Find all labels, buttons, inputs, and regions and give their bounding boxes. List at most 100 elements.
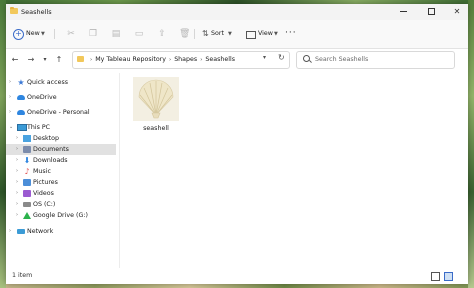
sidebar-item-music[interactable]: › ♪ Music — [6, 166, 116, 177]
sidebar-item-label: This PC — [27, 124, 51, 131]
command-bar: + New ▼ ✂ ❐ ▤ ▭ ⇪ 🗑 ⇅ Sort ▼ View ▼ ··· — [6, 20, 468, 49]
file-item[interactable]: seashell — [126, 75, 186, 141]
share-icon[interactable]: ⇪ — [157, 29, 167, 39]
documents-icon — [23, 146, 31, 153]
breadcrumb-item[interactable]: Seashells — [205, 56, 235, 63]
search-placeholder: Search Seashells — [315, 55, 369, 63]
breadcrumb-item[interactable]: Shapes — [174, 56, 197, 63]
paste-icon[interactable]: ▤ — [111, 29, 121, 39]
download-icon: ⬇ — [23, 156, 31, 165]
close-icon: ✕ — [453, 7, 461, 16]
more-options-button[interactable]: ··· — [285, 25, 299, 41]
sidebar-item-google-drive[interactable]: › Google Drive (G:) — [6, 210, 116, 221]
copy-icon[interactable]: ❐ — [88, 29, 98, 39]
maximize-icon — [427, 8, 435, 15]
google-drive-icon — [23, 212, 31, 219]
refresh-icon[interactable]: ↻ — [278, 53, 285, 62]
sidebar-item-label: OneDrive — [27, 94, 57, 101]
sidebar-item-onedrive-personal[interactable]: › OneDrive - Personal — [6, 107, 116, 118]
navigation-pane: › ★ Quick access › OneDrive › OneDrive -… — [6, 73, 119, 268]
rename-icon[interactable]: ▭ — [134, 29, 144, 39]
network-icon — [17, 229, 25, 234]
sidebar-item-label: OS (C:) — [33, 201, 56, 208]
sidebar-item-os-c[interactable]: › OS (C:) — [6, 199, 116, 210]
cloud-icon — [17, 110, 25, 115]
recent-locations-chevron-icon[interactable]: ▾ — [39, 54, 51, 66]
chevron-right-icon[interactable]: › — [16, 166, 18, 177]
sort-button[interactable]: ⇅ Sort ▼ — [200, 26, 236, 42]
chevron-right-icon[interactable]: › — [16, 177, 18, 188]
details-view-icon[interactable] — [431, 272, 440, 281]
chevron-right-icon[interactable]: › — [9, 107, 11, 118]
file-name: seashell — [143, 125, 169, 132]
view-icon — [246, 31, 256, 39]
minimize-button[interactable] — [392, 4, 414, 20]
sidebar-item-label: Network — [27, 228, 54, 235]
new-label: New — [26, 30, 40, 37]
sidebar-item-label: Documents — [33, 146, 69, 153]
file-list[interactable]: seashell — [122, 73, 462, 268]
chevron-right-icon[interactable]: › — [9, 92, 11, 103]
up-arrow-icon[interactable]: ↑ — [53, 54, 65, 66]
chevron-right-icon[interactable]: › — [9, 226, 11, 237]
sidebar-item-desktop[interactable]: › Desktop — [6, 133, 116, 144]
music-icon: ♪ — [24, 167, 30, 176]
sidebar-item-documents[interactable]: › Documents — [6, 144, 116, 155]
cloud-icon — [17, 95, 25, 100]
chevron-right-icon[interactable]: › — [9, 77, 11, 88]
search-icon — [303, 55, 310, 62]
close-button[interactable]: ✕ — [446, 4, 468, 20]
sidebar-item-label: Quick access — [27, 79, 69, 86]
folder-icon — [10, 6, 18, 14]
sidebar-item-this-pc[interactable]: ⌄ This PC — [6, 122, 116, 133]
sidebar-item-videos[interactable]: › Videos — [6, 188, 116, 199]
chevron-right-icon[interactable]: › — [16, 155, 18, 166]
delete-icon[interactable]: 🗑 — [179, 29, 190, 39]
forward-arrow-icon[interactable]: → — [25, 54, 37, 66]
chevron-right-icon[interactable]: › — [16, 144, 18, 155]
desktop-icon — [23, 135, 31, 142]
sort-icon: ⇅ — [202, 29, 209, 38]
sidebar-item-label: Music — [33, 168, 51, 175]
sort-label: Sort — [211, 30, 224, 37]
chevron-right-icon[interactable]: › — [16, 210, 18, 221]
sidebar-item-label: Desktop — [33, 135, 59, 142]
item-count: 1 item — [12, 272, 33, 279]
pictures-icon — [23, 179, 31, 186]
sidebar-item-onedrive[interactable]: › OneDrive — [6, 92, 116, 103]
breadcrumb-item[interactable]: My Tableau Repository — [95, 56, 166, 63]
folder-icon — [77, 56, 84, 62]
chevron-down-icon: ▼ — [228, 31, 232, 37]
tiles-view-icon[interactable] — [444, 272, 453, 281]
title-bar[interactable]: Seashells ✕ — [6, 4, 468, 20]
new-button[interactable]: + New ▼ — [11, 26, 49, 42]
search-box[interactable]: Search Seashells — [296, 51, 455, 69]
plus-icon: + — [13, 29, 24, 40]
sidebar-item-network[interactable]: › Network — [6, 226, 116, 237]
computer-icon — [17, 124, 27, 131]
sidebar-item-quick-access[interactable]: › ★ Quick access — [6, 77, 116, 88]
file-thumbnail — [133, 77, 179, 121]
cut-icon[interactable]: ✂ — [66, 29, 76, 39]
minimize-icon — [399, 11, 407, 12]
address-bar[interactable]: › My Tableau Repository › Shapes › Seashells … — [72, 51, 290, 69]
view-label: View — [258, 30, 273, 37]
back-arrow-icon[interactable]: ← — [9, 54, 21, 66]
chevron-right-icon[interactable]: › — [16, 199, 18, 210]
maximize-button[interactable] — [420, 4, 442, 20]
breadcrumb-separator-icon[interactable]: › — [200, 57, 202, 63]
divider — [194, 29, 195, 39]
pane-divider[interactable] — [119, 73, 120, 268]
file-explorer-window: Seashells ✕ + New ▼ ✂ ❐ ▤ ▭ ⇪ 🗑 ⇅ Sort ▼… — [6, 4, 468, 284]
star-icon: ★ — [17, 78, 25, 87]
sidebar-item-label: Videos — [33, 190, 54, 197]
view-button[interactable]: View ▼ — [244, 26, 282, 42]
divider — [54, 29, 55, 39]
sidebar-item-pictures[interactable]: › Pictures — [6, 177, 116, 188]
sidebar-item-downloads[interactable]: › ⬇ Downloads — [6, 155, 116, 166]
chevron-down-icon[interactable]: ⌄ — [9, 122, 13, 133]
chevron-right-icon[interactable]: › — [16, 133, 18, 144]
breadcrumb-separator-icon[interactable]: › — [169, 57, 171, 63]
chevron-down-icon[interactable]: ▾ — [263, 54, 266, 61]
chevron-right-icon[interactable]: › — [16, 188, 18, 199]
